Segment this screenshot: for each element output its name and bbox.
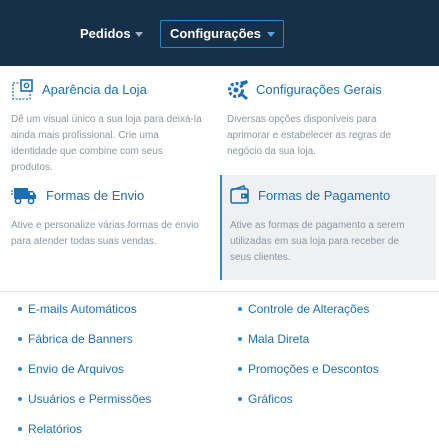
link-label: Promoções e Descontos bbox=[248, 362, 379, 376]
link-label: Usuários e Permissões bbox=[28, 392, 152, 406]
link-label: Envio de Arquivos bbox=[28, 362, 125, 376]
settings-tools-icon bbox=[228, 80, 248, 100]
card-pagamento-title[interactable]: Formas de Pagamento bbox=[258, 188, 390, 203]
wallet-icon bbox=[230, 185, 249, 204]
link-label: Mala Direta bbox=[248, 332, 310, 346]
delivery-truck-icon bbox=[11, 188, 36, 205]
link-fabrica-de-banners[interactable]: Fábrica de Banners bbox=[18, 332, 133, 346]
configuracoes-dropdown-panel: Aparência da Loja Dê um visual único a s… bbox=[0, 66, 439, 448]
section-divider bbox=[0, 291, 439, 292]
card-aparencia-title[interactable]: Aparência da Loja bbox=[42, 82, 147, 97]
chevron-down-icon bbox=[267, 32, 276, 37]
card-gerais-desc: Diversas opções disponíveis para aprimor… bbox=[227, 112, 437, 160]
bullet-icon bbox=[238, 337, 242, 341]
top-navigation-bar: Pedidos Configurações bbox=[0, 0, 439, 66]
chevron-down-icon bbox=[134, 32, 143, 37]
card-envio-line: Ative e personalize várias formas de env… bbox=[11, 220, 199, 231]
card-aparencia-desc: Dê um visual único a sua loja para deixá… bbox=[11, 112, 216, 176]
link-mala-direta[interactable]: Mala Direta bbox=[238, 332, 309, 346]
card-gerais-title[interactable]: Configurações Gerais bbox=[256, 82, 382, 97]
card-aparencia-line: produtos. bbox=[11, 162, 53, 173]
nav-configuracoes[interactable]: Configurações bbox=[160, 20, 285, 48]
bullet-icon bbox=[238, 367, 242, 371]
card-pagamento-desc: Ative as formas de pagamento a serem uti… bbox=[230, 218, 435, 266]
link-emails-automaticos[interactable]: E-mails Automáticos bbox=[18, 302, 137, 316]
card-gerais-line: negócio da sua loja. bbox=[227, 146, 316, 157]
card-gerais-line: aprimorar e estabelecer as regras de bbox=[227, 130, 391, 141]
link-label: E-mails Automáticos bbox=[28, 302, 137, 316]
card-envio-title[interactable]: Formas de Envio bbox=[46, 188, 144, 203]
link-label: Fábrica de Banners bbox=[28, 332, 133, 346]
bullet-icon bbox=[18, 427, 22, 431]
link-graficos[interactable]: Gráficos bbox=[238, 392, 293, 406]
card-pagamento-line: Ative as formas de pagamento a serem bbox=[230, 220, 405, 231]
card-aparencia-line: Dê um visual único a sua loja para deixá… bbox=[11, 114, 202, 125]
link-usuarios-e-permissoes[interactable]: Usuários e Permissões bbox=[18, 392, 151, 406]
bullet-icon bbox=[238, 307, 242, 311]
link-controle-de-alteracoes[interactable]: Controle de Alterações bbox=[238, 302, 369, 316]
link-envio-de-arquivos[interactable]: Envio de Arquivos bbox=[18, 362, 124, 376]
nav-pedidos[interactable]: Pedidos bbox=[80, 20, 143, 48]
bullet-icon bbox=[238, 397, 242, 401]
card-pagamento-line: utilizadas em sua loja para receber de bbox=[230, 236, 399, 247]
bullet-icon bbox=[18, 307, 22, 311]
card-envio-desc: Ative e personalize várias formas de env… bbox=[11, 218, 221, 250]
card-aparencia-line: identidade que combine com seus bbox=[11, 146, 163, 157]
bullet-icon bbox=[18, 337, 22, 341]
link-label: Controle de Alterações bbox=[248, 302, 370, 316]
card-aparencia-line: ainda mais profissional. Crie uma bbox=[11, 130, 159, 141]
card-pagamento-line: seus clientes. bbox=[230, 252, 291, 263]
link-relatorios[interactable]: Relatórios bbox=[18, 422, 82, 436]
card-envio-line: para atender todas suas vendas. bbox=[11, 236, 157, 247]
link-label: Gráficos bbox=[248, 392, 293, 406]
nav-pedidos-label: Pedidos bbox=[80, 26, 131, 41]
nav-configuracoes-label: Configurações bbox=[170, 26, 262, 41]
link-label: Relatórios bbox=[28, 422, 83, 436]
appearance-icon bbox=[12, 79, 33, 100]
bullet-icon bbox=[18, 367, 22, 371]
card-gerais-line: Diversas opções disponíveis para bbox=[227, 114, 377, 125]
bullet-icon bbox=[18, 397, 22, 401]
link-promocoes-e-descontos[interactable]: Promoções e Descontos bbox=[238, 362, 379, 376]
